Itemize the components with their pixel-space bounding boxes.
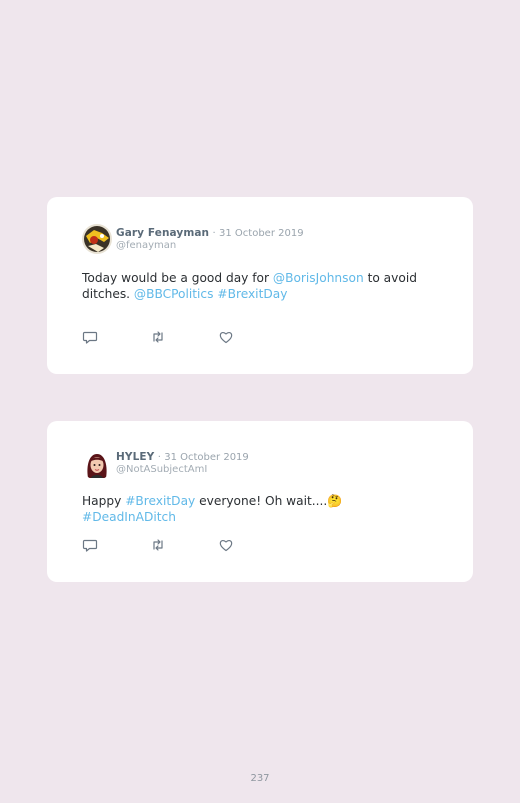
text-segment: Happy bbox=[82, 494, 126, 508]
heart-icon[interactable] bbox=[218, 537, 234, 553]
hashtag-link[interactable]: #BrexitDay bbox=[217, 287, 287, 301]
heart-icon[interactable] bbox=[218, 329, 234, 345]
text-segment: everyone! Oh wait.... bbox=[195, 494, 328, 508]
text-segment: Today would be a good day for bbox=[82, 271, 273, 285]
author-name[interactable]: Gary Fenayman bbox=[116, 227, 209, 239]
tweet-header: HYLEY · 31 October 2019 @NotASubjectAmI bbox=[116, 451, 249, 476]
thinking-emoji: 🤔 bbox=[327, 494, 343, 508]
hashtag-link[interactable]: #DeadInADitch bbox=[82, 510, 176, 524]
separator: · bbox=[157, 452, 161, 463]
mention-link[interactable]: @BorisJohnson bbox=[273, 271, 364, 285]
reply-icon[interactable] bbox=[82, 537, 98, 553]
reply-icon[interactable] bbox=[82, 329, 98, 345]
hashtag-link[interactable]: #BrexitDay bbox=[125, 494, 195, 508]
tweet-date[interactable]: 31 October 2019 bbox=[164, 452, 249, 463]
retweet-icon[interactable] bbox=[150, 329, 166, 345]
separator: · bbox=[212, 228, 216, 239]
author-name[interactable]: HYLEY bbox=[116, 451, 154, 463]
tweet-text: Happy #BrexitDay everyone! Oh wait....🤔 … bbox=[82, 494, 432, 525]
avatar[interactable] bbox=[82, 450, 112, 480]
mention-link[interactable]: @BBCPolitics bbox=[134, 287, 214, 301]
tweet-date[interactable]: 31 October 2019 bbox=[219, 228, 304, 239]
tweet-text: Today would be a good day for @BorisJohn… bbox=[82, 271, 432, 302]
tweet-card: Gary Fenayman · 31 October 2019 @fenayma… bbox=[47, 197, 473, 374]
avatar[interactable] bbox=[82, 224, 112, 254]
author-handle[interactable]: @NotASubjectAmI bbox=[116, 464, 249, 476]
author-handle[interactable]: @fenayman bbox=[116, 240, 304, 252]
retweet-icon[interactable] bbox=[150, 537, 166, 553]
tweet-header: Gary Fenayman · 31 October 2019 @fenayma… bbox=[116, 227, 304, 252]
tweet-card: HYLEY · 31 October 2019 @NotASubjectAmI … bbox=[47, 421, 473, 582]
page-number: 237 bbox=[250, 773, 270, 784]
